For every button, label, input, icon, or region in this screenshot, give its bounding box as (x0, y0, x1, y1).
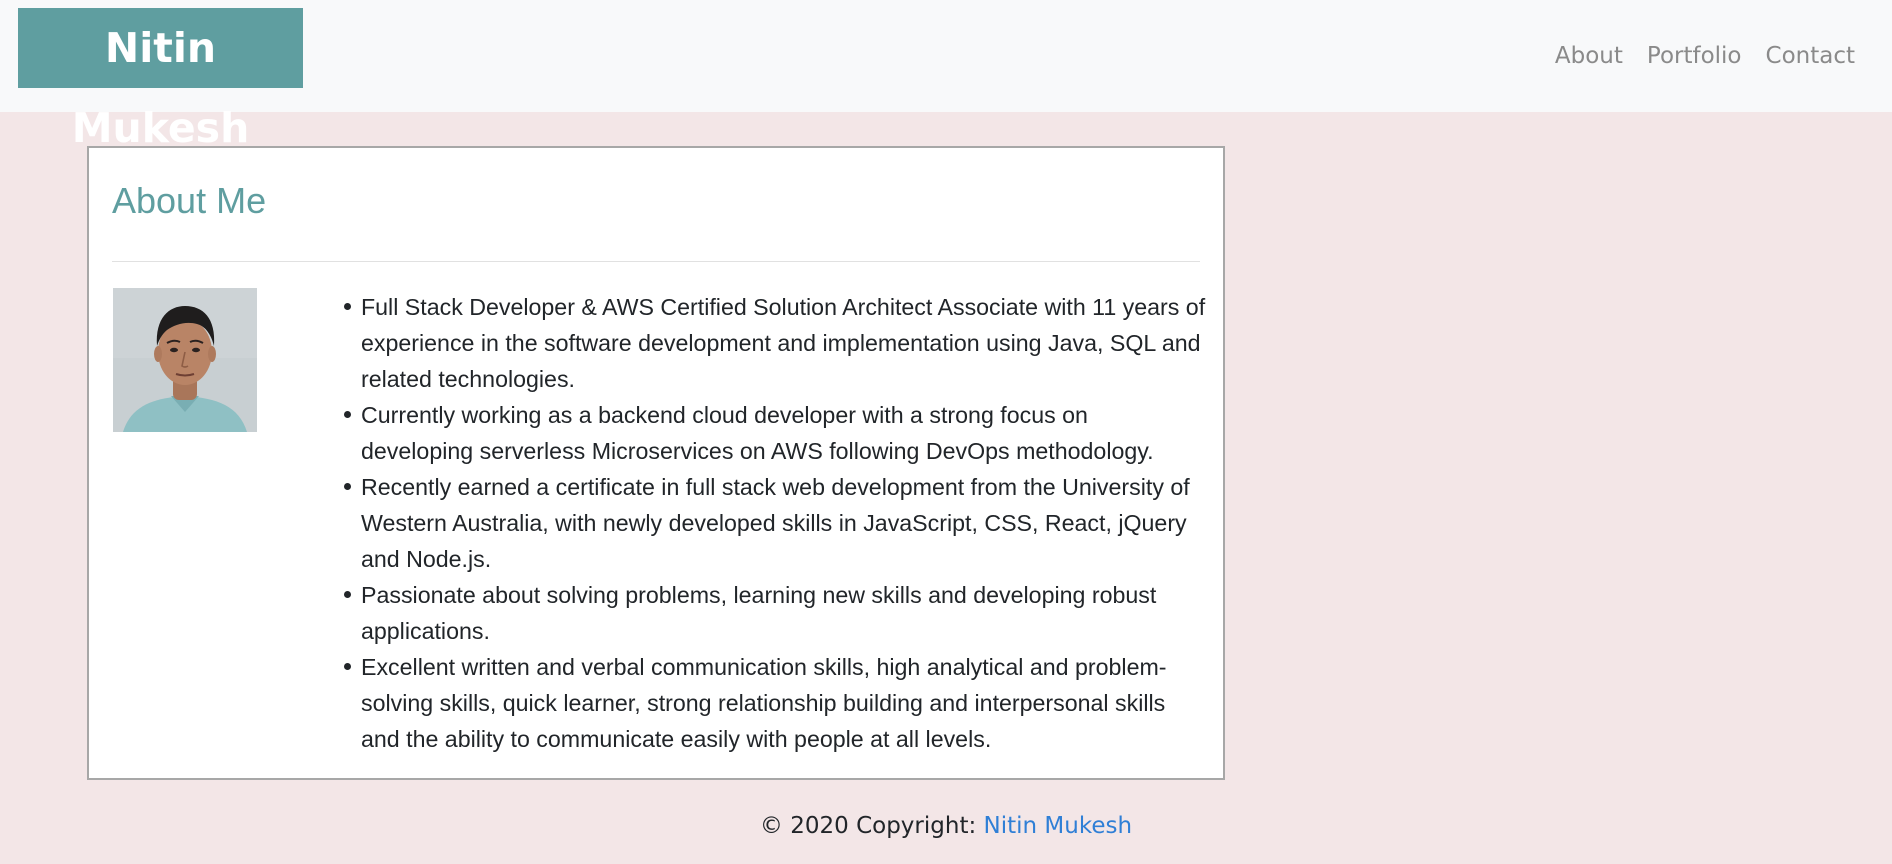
nav-link-about[interactable]: About (1543, 36, 1635, 76)
brand-logo[interactable]: Nitin Mukesh (18, 8, 303, 152)
about-bullets: Full Stack Developer & AWS Certified Sol… (344, 289, 1206, 757)
list-item: Passionate about solving problems, learn… (344, 577, 1206, 649)
navbar: Nitin Mukesh About Portfolio Contact (0, 0, 1892, 152)
list-item: Currently working as a backend cloud dev… (344, 397, 1206, 469)
footer: © 2020 Copyright: Nitin Mukesh (0, 810, 1892, 842)
nav-link-portfolio[interactable]: Portfolio (1635, 36, 1754, 76)
list-item: Recently earned a certificate in full st… (344, 469, 1206, 577)
about-title: About Me (112, 180, 267, 221)
nav-link-contact[interactable]: Contact (1754, 36, 1855, 76)
profile-photo (113, 288, 257, 432)
divider (112, 261, 1200, 262)
about-card: About Me Full Stack Developer & AWS Cert… (87, 146, 1225, 780)
footer-copyright: © 2020 Copyright: (759, 813, 984, 839)
profile-photo-image (113, 288, 257, 432)
nav-links: About Portfolio Contact (1543, 36, 1855, 76)
footer-link[interactable]: Nitin Mukesh (984, 813, 1133, 839)
list-item: Full Stack Developer & AWS Certified Sol… (344, 289, 1206, 397)
list-item: Excellent written and verbal communicati… (344, 649, 1206, 757)
